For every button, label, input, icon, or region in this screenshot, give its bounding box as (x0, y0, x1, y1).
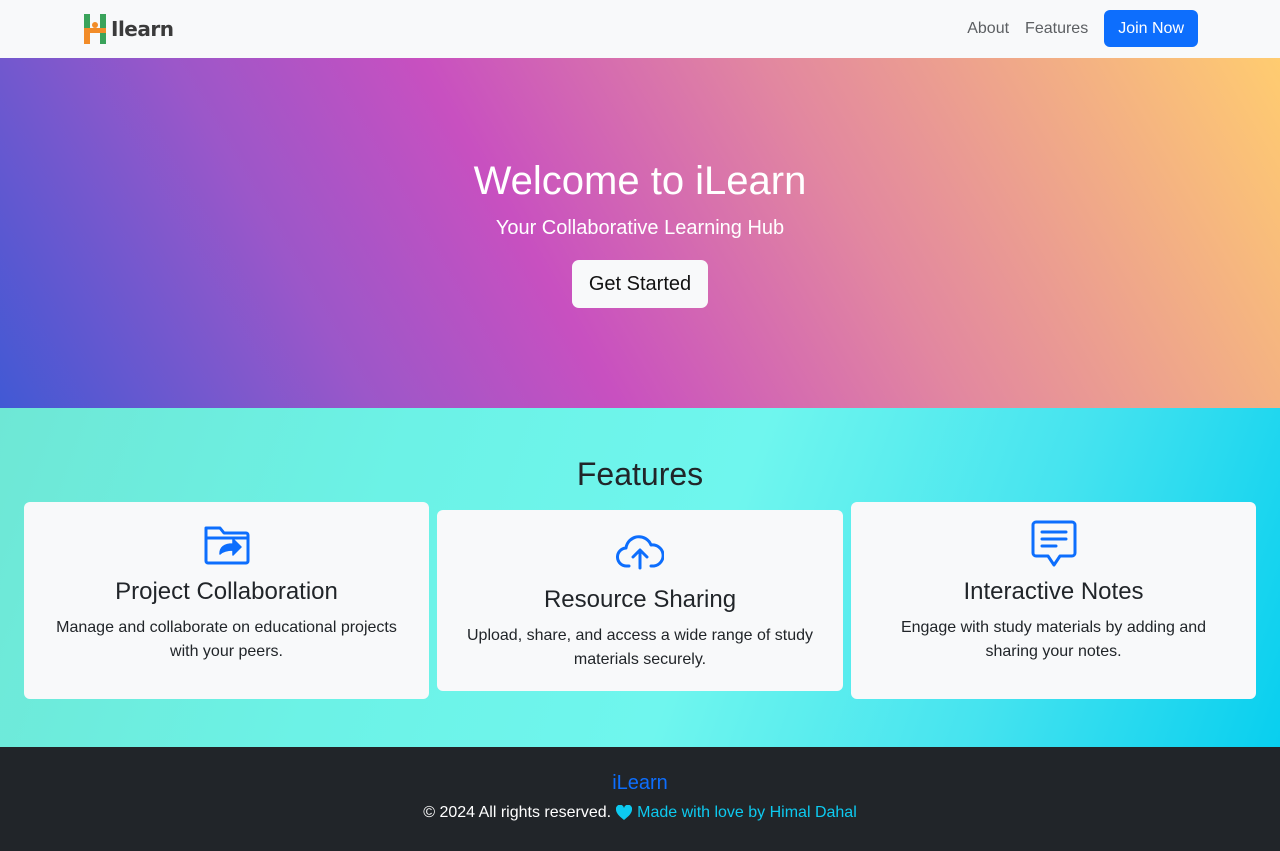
features-title: Features (576, 456, 704, 492)
card-text: Engage with study materials by adding an… (900, 619, 1207, 660)
folder-share-icon (204, 526, 249, 565)
card-title: Resource Sharing (543, 586, 737, 613)
footer-brand-link[interactable]: iLearn (0, 772, 1280, 795)
navbar: Ilearn About Features Join Now (0, 0, 1280, 58)
nav-links: About Features Join Now (967, 10, 1198, 47)
card-text: Upload, share, and access a wide range o… (467, 627, 813, 668)
copyright-text: © 2024 All rights reserved. (423, 804, 612, 821)
features-section: Features Project Collaboration Manage an… (0, 408, 1280, 747)
join-now-button[interactable]: Join Now (1104, 10, 1198, 47)
cloud-upload-icon (616, 535, 664, 570)
nav-link-features[interactable]: Features (1025, 20, 1088, 38)
card-title: Interactive Notes (963, 578, 1144, 605)
made-by-link[interactable]: Made with love by Himal Dahal (637, 804, 857, 822)
nav-link-about[interactable]: About (967, 20, 1009, 38)
hero-subtitle: Your Collaborative Learning Hub (495, 217, 785, 239)
footer: iLearn © 2024 All rights reserved. Made … (0, 747, 1280, 851)
brand-logo[interactable]: Ilearn (84, 13, 174, 45)
get-started-button[interactable]: Get Started (572, 260, 708, 308)
card-text: Manage and collaborate on educational pr… (56, 619, 397, 660)
heart-icon (616, 805, 633, 820)
logo-mark-icon (84, 14, 106, 44)
card-title: Project Collaboration (115, 578, 338, 605)
feature-card-project-collaboration: Project Collaboration Manage and collabo… (24, 502, 429, 699)
chat-text-icon (1031, 520, 1076, 567)
hero-title: Welcome to iLearn (473, 159, 807, 203)
footer-copyright-line: © 2024 All rights reserved. Made with lo… (0, 804, 1280, 822)
brand-name: Ilearn (111, 17, 174, 41)
feature-card-interactive-notes: Interactive Notes Engage with study mate… (851, 502, 1256, 699)
hero-section: Welcome to iLearn Your Collaborative Lea… (0, 58, 1280, 408)
feature-card-resource-sharing: Resource Sharing Upload, share, and acce… (437, 510, 843, 691)
